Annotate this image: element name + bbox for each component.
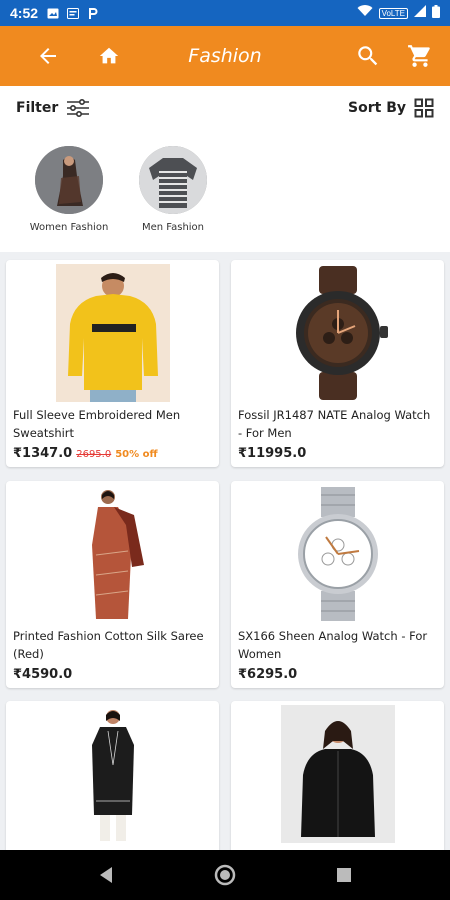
product-image [56, 264, 170, 402]
paytm-notification-icon [86, 7, 100, 19]
product-card[interactable]: Full Sleeve Embroidered Men Sweatshirt ₹… [6, 260, 219, 467]
filter-sliders-icon [67, 99, 90, 117]
product-image [281, 705, 395, 843]
product-name: Printed Fashion Cotton Silk Saree (Red) [13, 629, 204, 661]
sort-label: Sort By [348, 100, 406, 116]
battery-icon [432, 4, 440, 22]
product-price: ₹1347.0 [13, 446, 73, 461]
women-fashion-thumbnail [35, 146, 103, 214]
search-button[interactable] [352, 40, 384, 72]
price-row: ₹4590.0 [13, 667, 72, 682]
sort-button[interactable]: Sort By [348, 98, 434, 118]
category-label: Men Fashion [141, 222, 205, 233]
men-fashion-thumbnail [139, 146, 207, 214]
signal-icon [414, 5, 426, 21]
category-label: Women Fashion [29, 222, 109, 233]
home-icon [99, 47, 119, 64]
product-card[interactable] [231, 701, 444, 861]
volte-badge: VoLTE [378, 7, 408, 19]
category-list: Women Fashion Men Fashion [30, 146, 212, 233]
back-button[interactable] [32, 40, 64, 72]
back-arrow-icon [40, 48, 56, 64]
grid-view-icon [414, 98, 434, 118]
product-name: SX166 Sheen Analog Watch - For Women [238, 629, 428, 661]
filter-sort-bar: Filter Sort By [0, 86, 450, 130]
image-notification-icon [46, 7, 60, 19]
product-image [56, 705, 170, 843]
product-image [281, 264, 395, 402]
product-price: ₹11995.0 [238, 446, 307, 461]
news-notification-icon [66, 7, 80, 19]
product-card[interactable]: Printed Fashion Cotton Silk Saree (Red) … [6, 481, 219, 688]
price-row: ₹11995.0 [238, 446, 306, 461]
app-bar: Fashion [0, 26, 450, 86]
product-discount: 50% off [115, 449, 158, 460]
category-men-fashion[interactable]: Men Fashion [134, 146, 212, 233]
filter-label: Filter [16, 100, 59, 116]
category-women-fashion[interactable]: Women Fashion [30, 146, 108, 233]
product-image [56, 485, 170, 623]
nav-back-icon[interactable] [98, 866, 114, 884]
price-row: ₹1347.0 2695.0 50% off [13, 446, 158, 461]
status-bar: 4:52 VoLTE [0, 0, 450, 26]
product-card[interactable]: SX166 Sheen Analog Watch - For Women ₹62… [231, 481, 444, 688]
search-icon [358, 46, 378, 66]
product-mrp: 2695.0 [76, 449, 112, 460]
product-name: Full Sleeve Embroidered Men Sweatshirt [13, 408, 181, 440]
home-button[interactable] [93, 40, 125, 72]
product-price: ₹4590.0 [13, 667, 73, 682]
price-row: ₹6295.0 [238, 667, 297, 682]
product-name: Fossil JR1487 NATE Analog Watch - For Me… [238, 408, 431, 440]
cart-icon [408, 45, 430, 67]
product-price: ₹6295.0 [238, 667, 298, 682]
product-card[interactable] [6, 701, 219, 861]
wifi-icon [357, 5, 373, 21]
product-card[interactable]: Fossil JR1487 NATE Analog Watch - For Me… [231, 260, 444, 467]
system-navigation-bar [0, 850, 450, 900]
cart-button[interactable] [404, 40, 436, 72]
product-image [281, 485, 395, 623]
nav-recents-icon[interactable] [336, 867, 352, 883]
filter-button[interactable]: Filter [16, 99, 90, 117]
nav-home-icon[interactable] [214, 864, 236, 886]
status-time: 4:52 [10, 5, 39, 21]
